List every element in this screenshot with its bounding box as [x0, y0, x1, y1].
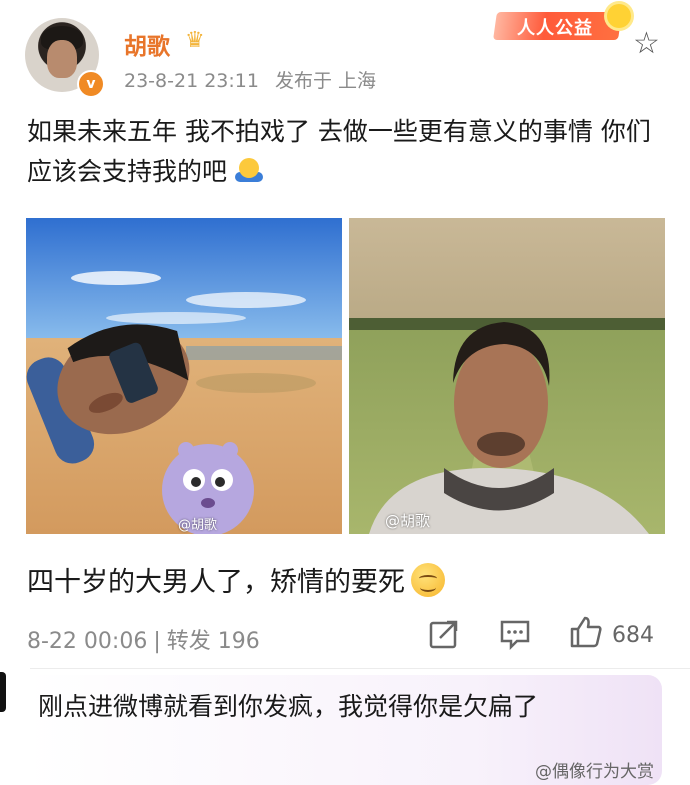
share-icon[interactable] — [428, 618, 460, 657]
sun-icon — [607, 4, 631, 28]
repost-date: 8-22 00:06 — [27, 629, 148, 654]
post-meta: 23-8-21 23:11 发布于 上海 — [124, 66, 376, 93]
repost-caption: 四十岁的大男人了，矫情的要死 — [27, 560, 445, 599]
post-time: 23-8-21 23:11 — [124, 70, 259, 92]
comment-icon[interactable] — [499, 618, 531, 657]
post-body: 如果未来五年 我不拍戏了 去做一些更有意义的事情 你们应该会支持我的吧 — [27, 112, 667, 192]
post-text: 如果未来五年 我不拍戏了 去做一些更有意义的事情 你们应该会支持我的吧 — [27, 117, 651, 186]
like-icon[interactable] — [569, 615, 603, 656]
smile-emoji-icon — [411, 563, 445, 597]
verified-icon: v — [77, 70, 105, 98]
bottom-watermark: @偶像行为大赏 — [535, 762, 654, 782]
caption-text: 四十岁的大男人了，矫情的要死 — [27, 567, 405, 598]
username[interactable]: 胡歌 — [124, 27, 170, 61]
photo-watermark: @胡歌 — [385, 512, 431, 530]
crown-icon: ♛ — [185, 28, 205, 53]
separator: | — [153, 629, 161, 654]
divider — [30, 668, 690, 669]
photo-watermark: @胡歌 — [178, 518, 218, 533]
desert-scene — [26, 218, 342, 534]
charity-badge-label: 人人公益 — [517, 18, 593, 39]
post-image-desert[interactable]: @胡歌 — [26, 218, 342, 534]
star-icon[interactable]: ☆ — [633, 26, 660, 61]
forward-count[interactable]: 转发 196 — [167, 629, 260, 654]
comment-text: 刚点进微博就看到你发疯，我觉得你是欠扁了 — [38, 692, 539, 721]
charity-badge[interactable]: 人人公益 — [493, 4, 635, 44]
avatar-face — [47, 40, 77, 78]
post-image-field[interactable]: @胡歌 — [349, 218, 665, 534]
post-location: 发布于 上海 — [275, 70, 377, 92]
field-scene — [349, 218, 665, 534]
like-count: 684 — [612, 623, 654, 648]
edge-mark — [0, 672, 6, 712]
hug-emoji-icon — [234, 158, 263, 184]
repost-footer: 8-22 00:06 | 转发 196 — [27, 623, 260, 655]
